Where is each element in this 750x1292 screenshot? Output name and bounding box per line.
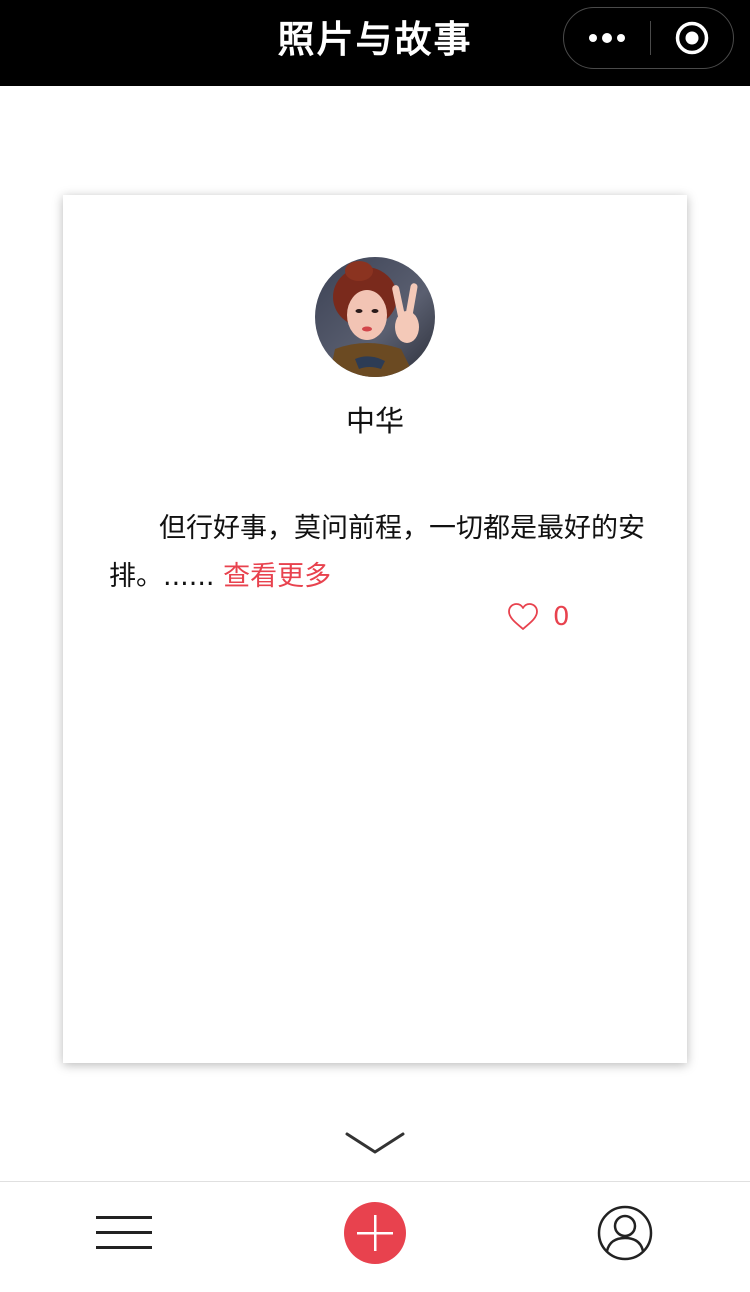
story-text-block: 但行好事，莫问前程，一切都是最好的安排。...... 查看更多 — [109, 505, 649, 601]
like-count: 0 — [553, 602, 570, 632]
add-button[interactable] — [344, 1202, 406, 1264]
author-name: 中华 — [345, 404, 404, 438]
more-button[interactable] — [564, 8, 650, 67]
navbar: 照片与故事 — [0, 0, 750, 86]
page: 照片与故事 中华 但行好事，莫问前程，一切都是最好的安排。...... 查看更多… — [0, 0, 750, 1292]
read-more-link[interactable]: 查看更多 — [223, 561, 331, 592]
ellipsis-icon — [589, 32, 625, 43]
tab-bar — [0, 1181, 750, 1292]
mini-program-capsule — [563, 7, 734, 69]
like-area[interactable]: 0 — [507, 599, 570, 635]
avatar[interactable] — [315, 257, 435, 377]
chevron-down-icon[interactable] — [344, 1130, 406, 1158]
close-button[interactable] — [651, 8, 733, 67]
target-circle-icon — [675, 21, 709, 54]
menu-icon[interactable] — [94, 1212, 156, 1252]
heart-outline-icon[interactable] — [507, 602, 539, 632]
avatar-photo — [315, 257, 435, 377]
story-text: 但行好事，莫问前程，一切都是最好的安排。...... — [109, 513, 645, 592]
add-icon — [357, 1215, 393, 1251]
story-card[interactable]: 中华 但行好事，莫问前程，一切都是最好的安排。...... 查看更多 0 — [63, 195, 687, 1063]
user-icon[interactable] — [596, 1204, 654, 1262]
